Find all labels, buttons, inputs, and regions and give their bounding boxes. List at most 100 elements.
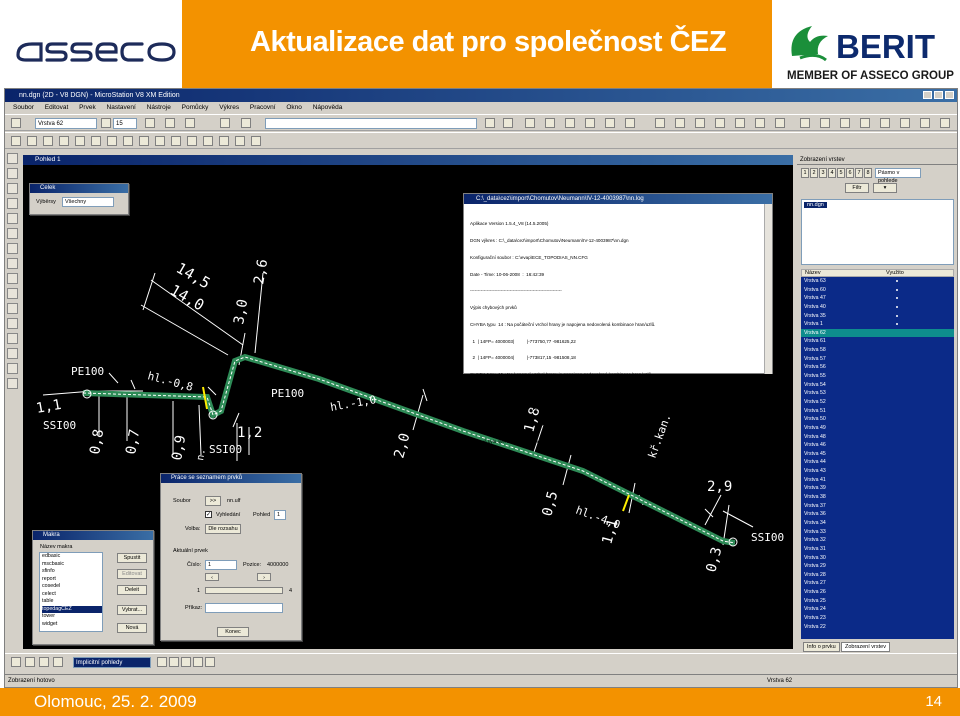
draw-icon-9[interactable] <box>139 136 149 146</box>
level-row[interactable]: Vrstva 37 <box>801 502 954 511</box>
palette-icon-11[interactable] <box>7 303 18 314</box>
tool-icon-9[interactable] <box>655 118 665 128</box>
level-row[interactable]: Vrstva 25 <box>801 597 954 606</box>
level-row[interactable]: Vrstva 40 <box>801 303 954 312</box>
makra-list[interactable]: edbasic mscbasic sfinfo report cosedel c… <box>39 552 103 632</box>
draw-icon-2[interactable] <box>27 136 37 146</box>
tool-icon-2[interactable] <box>503 118 513 128</box>
view-button[interactable] <box>205 657 215 667</box>
menu-soubor[interactable]: Soubor <box>13 104 34 111</box>
level-row[interactable]: Vrstva 41 <box>801 476 954 485</box>
level-row[interactable]: Vrstva 52 <box>801 398 954 407</box>
tool-icon-4[interactable] <box>545 118 555 128</box>
view-button[interactable] <box>193 657 203 667</box>
tool-icon-11[interactable] <box>695 118 705 128</box>
menu-pracovni[interactable]: Pracovní <box>250 104 276 111</box>
view-button-4[interactable]: 4 <box>828 168 836 178</box>
view-control-icon[interactable] <box>11 657 21 667</box>
view-button-2[interactable]: 2 <box>810 168 818 178</box>
tool-icon-1[interactable] <box>485 118 495 128</box>
level-row[interactable]: Vrstva 28 <box>801 571 954 580</box>
level-row[interactable]: Vrstva 56 <box>801 363 954 372</box>
level-row[interactable]: Vrstva 51 <box>801 407 954 416</box>
level-row[interactable]: Vrstva 36 <box>801 510 954 519</box>
celek-combo[interactable]: Všechny <box>62 197 114 207</box>
level-row[interactable]: Vrstva 24 <box>801 605 954 614</box>
level-row[interactable]: Vrstva 23 <box>801 614 954 623</box>
palette-icon-3[interactable] <box>7 183 18 194</box>
level-icon[interactable] <box>11 118 21 128</box>
tool-icon-13[interactable] <box>735 118 745 128</box>
level-row[interactable]: Vrstva 48 <box>801 433 954 442</box>
palette-icon-9[interactable] <box>7 273 18 284</box>
level-row[interactable]: Vrstva 34 <box>801 519 954 528</box>
style-icon[interactable] <box>145 118 155 128</box>
line-weight-combo[interactable]: 15 <box>113 118 137 129</box>
tool-icon-19[interactable] <box>860 118 870 128</box>
palette-icon-15[interactable] <box>7 363 18 374</box>
delete-macro-button[interactable]: Deleit <box>117 585 147 595</box>
view-button[interactable] <box>157 657 167 667</box>
view-button-3[interactable]: 3 <box>819 168 827 178</box>
tool-icon-23[interactable] <box>940 118 950 128</box>
level-row[interactable]: Vrstva 53 <box>801 389 954 398</box>
prev-button[interactable]: ‹ <box>205 573 219 581</box>
view-window-title[interactable]: Pohled 1 <box>23 155 793 165</box>
tool-icon-17[interactable] <box>820 118 830 128</box>
level-row[interactable]: Vrstva 39 <box>801 484 954 493</box>
level-row[interactable]: Vrstva 43 <box>801 467 954 476</box>
list-item[interactable]: celect <box>42 591 102 599</box>
menu-prvek[interactable]: Prvek <box>79 104 96 111</box>
tree-item-dgn[interactable]: nn.dgn <box>804 202 827 208</box>
active-level-combo[interactable]: Vrstva 62 <box>35 118 97 129</box>
level-row[interactable]: Vrstva 47 <box>801 294 954 303</box>
log-scrollbar[interactable] <box>764 204 772 374</box>
palette-icon-1[interactable] <box>7 153 18 164</box>
menu-pomucky[interactable]: Pomůcky <box>182 104 209 111</box>
view-button[interactable] <box>181 657 191 667</box>
view-button-5[interactable]: 5 <box>837 168 845 178</box>
makra-title[interactable]: Makra <box>33 531 153 540</box>
template-combo[interactable] <box>265 118 477 129</box>
palette-icon-10[interactable] <box>7 288 18 299</box>
filter-button[interactable]: Filtr <box>845 183 869 193</box>
palette-icon-2[interactable] <box>7 168 18 179</box>
level-row[interactable]: Vrstva 49 <box>801 424 954 433</box>
list-item[interactable]: sfinfo <box>42 568 102 576</box>
list-item[interactable]: tower <box>42 613 102 621</box>
list-item[interactable]: edbasic <box>42 553 102 561</box>
tool-icon-12[interactable] <box>715 118 725 128</box>
level-row[interactable]: Vrstva 27 <box>801 579 954 588</box>
element-list-title[interactable]: Práce se seznamem prvků <box>161 474 301 483</box>
col-used[interactable]: Využito <box>886 270 904 277</box>
draw-icon-13[interactable] <box>203 136 213 146</box>
tool-icon-8[interactable] <box>625 118 635 128</box>
level-row[interactable]: Vrstva 63 <box>801 277 954 286</box>
tool-icon-14[interactable] <box>755 118 765 128</box>
next-button[interactable]: › <box>257 573 271 581</box>
options-button[interactable]: ▾ <box>873 183 897 193</box>
browse-button[interactable]: >> <box>205 496 221 506</box>
tool-icon-15[interactable] <box>775 118 785 128</box>
level-row[interactable]: Vrstva 60 <box>801 286 954 295</box>
list-item[interactable]: table <box>42 598 102 606</box>
transparency-icon[interactable] <box>185 118 195 128</box>
level-row[interactable]: Vrstva 62 <box>801 328 954 338</box>
menu-okno[interactable]: Okno <box>286 104 302 111</box>
palette-icon-16[interactable] <box>7 378 18 389</box>
draw-icon-6[interactable] <box>91 136 101 146</box>
level-list[interactable]: Vrstva 63 Vrstva 60 Vrstva 47 Vrstva 40 Vrst… <box>801 277 954 639</box>
celek-title[interactable]: Celek <box>30 184 128 193</box>
menu-nastaveni[interactable]: Nastavení <box>107 104 136 111</box>
tool-icon-6[interactable] <box>585 118 595 128</box>
palette-icon-13[interactable] <box>7 333 18 344</box>
tab-info[interactable]: Info o prvku <box>803 642 840 652</box>
level-row[interactable]: Vrstva 54 <box>801 381 954 390</box>
level-row[interactable]: Vrstva 61 <box>801 337 954 346</box>
log-title[interactable]: C:\_data\cez\import\Chomutov\Neumann\IV-… <box>464 194 772 204</box>
menu-vykres[interactable]: Výkres <box>219 104 239 111</box>
level-row[interactable]: Vrstva 29 <box>801 562 954 571</box>
prikaz-field[interactable] <box>205 603 283 613</box>
level-row[interactable]: Vrstva 55 <box>801 372 954 381</box>
edit-macro-button[interactable]: Editovat <box>117 569 147 579</box>
